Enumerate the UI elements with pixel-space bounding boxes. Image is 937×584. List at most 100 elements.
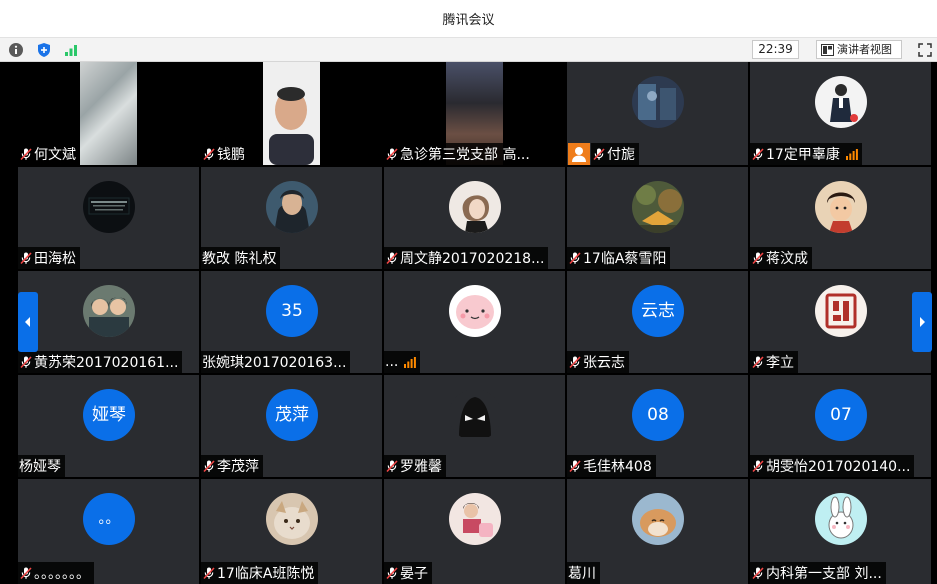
participant-tile[interactable]: 李立 <box>750 271 931 373</box>
participant-name-tag: 黄苏荣2017020161... <box>18 351 183 373</box>
mic-muted-icon <box>569 460 581 473</box>
participant-avatar <box>632 493 684 545</box>
participant-name: 付旎 <box>607 147 635 163</box>
participant-name: 17临床A班陈悦 <box>217 566 315 582</box>
participant-tile[interactable]: 35 张婉琪2017020163... <box>201 271 382 373</box>
fullscreen-icon[interactable] <box>918 42 932 57</box>
participant-tile[interactable]: 教改 陈礼权 <box>201 167 382 269</box>
participant-name-tag: 17定甲辜康 <box>750 143 862 165</box>
participant-avatar <box>815 493 867 545</box>
video-feed <box>80 62 137 165</box>
signal-bars-icon[interactable] <box>63 42 79 58</box>
participant-name: 毛佳林408 <box>583 459 652 475</box>
participant-avatar <box>449 285 501 337</box>
participant-name: 钱鹏 <box>217 147 245 163</box>
participant-name-tag: 杨娅琴 <box>18 455 65 477</box>
participant-tile[interactable]: 急诊第三党支部 高... <box>384 62 565 165</box>
participant-name-tag: 17临床A班陈悦 <box>201 562 319 584</box>
speaker-view-icon <box>821 44 834 56</box>
participant-tile[interactable]: 田海松 <box>18 167 199 269</box>
participant-name-tag: 田海松 <box>18 247 80 269</box>
participant-tile[interactable]: 云志 张云志 <box>567 271 748 373</box>
chevron-right-icon <box>920 317 925 327</box>
participant-name-tag: 付旎 <box>591 143 639 165</box>
participant-name: 田海松 <box>34 251 76 267</box>
participant-avatar <box>632 76 684 128</box>
participant-name-tag: 李立 <box>750 351 798 373</box>
participant-tile[interactable]: 周文静2017020218... <box>384 167 565 269</box>
shield-icon[interactable] <box>36 42 52 58</box>
participant-tile[interactable]: 黄苏荣2017020161... <box>18 271 199 373</box>
participant-name: 张云志 <box>583 355 625 371</box>
participant-name-tag: 张婉琪2017020163... <box>201 351 351 373</box>
participant-name: 晏子 <box>400 566 428 582</box>
mic-muted-icon <box>593 148 605 161</box>
participant-avatar: 。。 <box>83 493 135 545</box>
participant-avatar <box>815 76 867 128</box>
participant-tile[interactable]: 08 毛佳林408 <box>567 375 748 477</box>
participant-name: 杨娅琴 <box>19 459 61 475</box>
participant-tile[interactable]: 娅琴 杨娅琴 <box>18 375 199 477</box>
participant-avatar <box>83 285 135 337</box>
mic-muted-icon <box>20 148 32 161</box>
participant-name-tag: 罗雅馨 <box>384 455 446 477</box>
participant-avatar: 07 <box>815 389 867 441</box>
network-signal-icon <box>845 148 858 160</box>
participant-name: 葛川 <box>568 566 596 582</box>
participant-tile[interactable]: 17定甲辜康 <box>750 62 931 165</box>
mic-muted-icon <box>386 460 398 473</box>
participant-tile[interactable]: 17临床A班陈悦 <box>201 479 382 584</box>
participant-tile[interactable]: 晏子 <box>384 479 565 584</box>
participant-name-tag: 李茂萍 <box>201 455 263 477</box>
info-icon[interactable] <box>8 42 24 58</box>
participant-tile[interactable]: 07 胡雯怡2017020140... <box>750 375 931 477</box>
participant-tile[interactable]: 茂萍 李茂萍 <box>201 375 382 477</box>
participant-name: 17临A蔡雪阳 <box>583 251 667 267</box>
participant-name: 李立 <box>766 355 794 371</box>
participant-name: 李茂萍 <box>217 459 259 475</box>
participant-name-tag: 内科第一支部 刘... <box>750 562 886 584</box>
participant-name-tag: 何文斌 <box>18 143 80 165</box>
participant-avatar <box>449 493 501 545</box>
network-signal-icon <box>404 356 417 368</box>
participant-name-tag: 毛佳林408 <box>567 455 656 477</box>
mic-muted-icon <box>20 252 32 265</box>
mic-muted-icon <box>386 567 398 580</box>
participant-name: 何文斌 <box>34 147 76 163</box>
participant-tile[interactable]: 葛川 <box>567 479 748 584</box>
participant-tile[interactable]: 何文斌 <box>18 62 199 165</box>
participant-name-tag: 17临A蔡雪阳 <box>567 247 671 269</box>
participant-tile[interactable]: 蒋汶成 <box>750 167 931 269</box>
participant-tile[interactable]: 罗雅馨 <box>384 375 565 477</box>
participant-name: ... <box>385 354 399 370</box>
participant-tile[interactable]: 内科第一支部 刘... <box>750 479 931 584</box>
participant-tile[interactable]: 钱鹏 <box>201 62 382 165</box>
participant-avatar <box>449 181 501 233</box>
mic-muted-icon <box>569 252 581 265</box>
participant-name-tag: 周文静2017020218... <box>384 247 549 269</box>
mic-muted-icon <box>20 567 32 580</box>
participant-avatar <box>632 181 684 233</box>
chevron-left-icon <box>25 317 30 327</box>
participant-name: 胡雯怡2017020140... <box>766 459 911 475</box>
next-page-button[interactable] <box>912 292 932 352</box>
participant-avatar <box>266 493 318 545</box>
participant-name: 急诊第三党支部 高... <box>400 147 530 163</box>
participant-tile[interactable]: 17临A蔡雪阳 <box>567 167 748 269</box>
participant-tile[interactable]: ... <box>384 271 565 373</box>
speaker-view-button[interactable]: 演讲者视图 <box>816 40 902 59</box>
participant-name: 17定甲辜康 <box>766 147 840 163</box>
previous-page-button[interactable] <box>18 292 38 352</box>
window-title: 腾讯会议 <box>442 13 495 28</box>
participant-name-tag: 急诊第三党支部 高... <box>384 143 534 165</box>
participant-avatar <box>83 181 135 233</box>
video-feed <box>263 62 320 165</box>
participant-name-tag: 蒋汶成 <box>750 247 812 269</box>
speaker-view-label: 演讲者视图 <box>837 43 892 56</box>
participant-tile[interactable]: 付旎 <box>567 62 748 165</box>
mic-muted-icon <box>203 460 215 473</box>
participant-name: 教改 陈礼权 <box>202 251 277 267</box>
host-badge <box>568 143 590 165</box>
participant-name-tag: 张云志 <box>567 351 629 373</box>
participant-tile[interactable]: 。。 。。。。。。。 <box>18 479 199 584</box>
